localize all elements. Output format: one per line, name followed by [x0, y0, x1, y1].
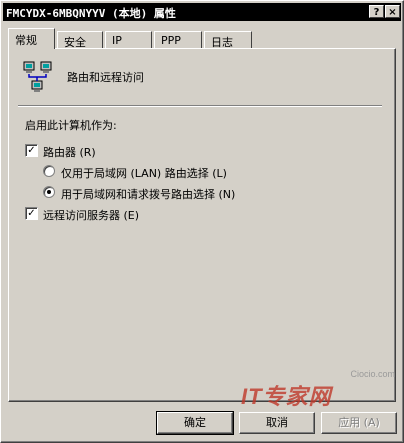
close-button[interactable]: ×	[385, 5, 400, 18]
tab-general-label: 常规	[15, 34, 37, 47]
router-checkbox[interactable]: ✓	[25, 144, 38, 157]
ok-button[interactable]: 确定	[156, 411, 234, 435]
tab-ppp-label: PPP	[161, 34, 181, 47]
header-title: 路由和远程访问	[67, 71, 144, 84]
tab-security[interactable]: 安全	[57, 31, 103, 49]
routing-network-icon	[23, 61, 52, 92]
remote-access-checkbox[interactable]: ✓	[25, 207, 38, 220]
title-bar[interactable]: FMCYDX-6MBQNYYV (本地) 属性 ? ×	[3, 3, 401, 21]
tab-ppp[interactable]: PPP	[154, 31, 202, 48]
tab-ip[interactable]: IP	[105, 31, 152, 48]
header-separator	[18, 105, 382, 107]
window-title: FMCYDX-6MBQNYYV (本地) 属性	[6, 7, 176, 20]
tab-panel-general: 路由和远程访问 启用此计算机作为: ✓ 路由器 (R) 仅用于局域网 (LAN)…	[8, 48, 396, 402]
router-checkbox-label[interactable]: 路由器 (R)	[43, 144, 96, 160]
lan-only-radio-label[interactable]: 仅用于局域网 (LAN) 路由选择 (L)	[61, 165, 227, 181]
lan-only-radio[interactable]	[43, 165, 55, 177]
tab-logging[interactable]: 日志	[204, 31, 252, 49]
radio-selected-dot	[47, 190, 51, 194]
apply-button[interactable]: 应用 (A)	[321, 412, 397, 434]
remote-access-checkbox-label[interactable]: 远程访问服务器 (E)	[43, 207, 139, 223]
properties-dialog: FMCYDX-6MBQNYYV (本地) 属性 ? × 常规 安全 IP PPP…	[0, 0, 404, 443]
tab-ip-label: IP	[112, 34, 122, 47]
cancel-button[interactable]: 取消	[239, 412, 315, 434]
lan-demand-dial-radio-label[interactable]: 用于局域网和请求拨号路由选择 (N)	[61, 186, 235, 202]
help-button[interactable]: ?	[369, 5, 384, 18]
enable-as-label: 启用此计算机作为:	[25, 119, 117, 132]
lan-demand-dial-radio[interactable]	[43, 186, 55, 198]
tab-general[interactable]: 常规	[8, 28, 55, 49]
